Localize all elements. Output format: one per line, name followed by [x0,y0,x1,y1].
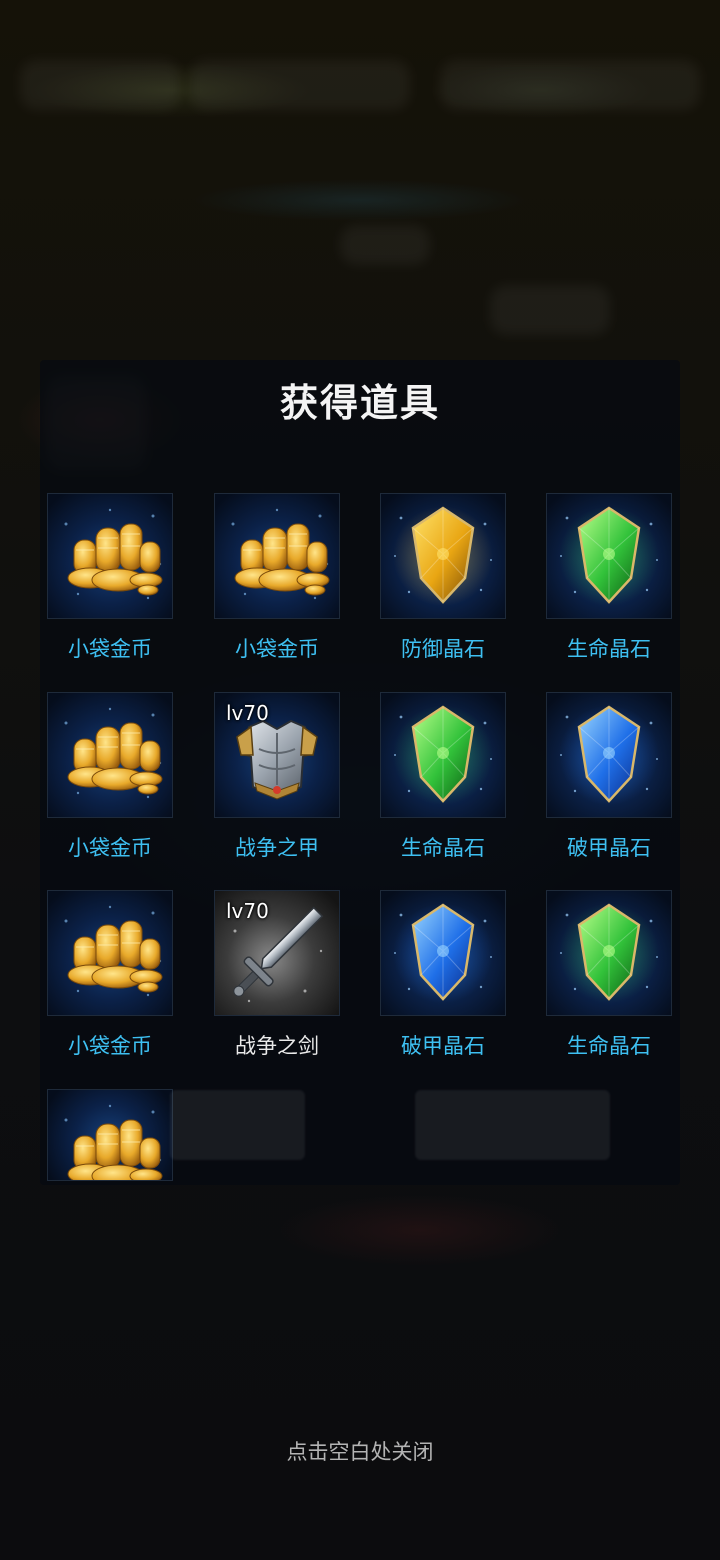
blurred-background-element [440,60,700,110]
green-crystal-icon [380,692,506,818]
item-name: 防御晶石 [401,637,485,661]
gold-coins-icon [214,493,340,619]
item-name: 战争之甲 [235,836,319,860]
blurred-button-left [170,1090,305,1160]
gold-coins-icon [47,890,173,1016]
blurred-background-element [340,225,430,265]
reward-item[interactable]: 生命晶石 [546,493,672,663]
reward-item[interactable]: 生命晶石 [546,890,672,1060]
item-name: 生命晶石 [401,836,485,860]
item-name: 小袋金币 [68,1034,152,1058]
gold-coins-icon [47,692,173,818]
reward-item[interactable]: 小袋金币 [47,692,173,862]
gold-coins-icon [47,493,173,619]
item-name: 生命晶石 [567,1034,651,1058]
item-name: 破甲晶石 [567,836,651,860]
reward-item[interactable]: 防御晶石 [380,493,506,663]
level-badge: lv70 [226,899,269,923]
reward-item[interactable]: 生命晶石 [380,692,506,862]
green-crystal-icon [546,493,672,619]
gold-coins-icon [47,1089,173,1181]
reward-item[interactable]: lv70 战争之剑 [214,890,340,1060]
reward-item[interactable]: 小袋金币 [214,493,340,663]
reward-item[interactable] [47,1089,173,1181]
item-name: 战争之剑 [235,1034,319,1058]
reward-item[interactable]: 破甲晶石 [380,890,506,1060]
green-crystal-icon [546,890,672,1016]
yellow-crystal-icon [380,493,506,619]
dialog-title: 获得道具 [279,381,440,425]
item-name: 破甲晶石 [401,1034,485,1058]
armor-icon: lv70 [214,692,340,818]
blue-crystal-icon [546,692,672,818]
blurred-background-element [20,60,180,110]
item-name: 小袋金币 [68,836,152,860]
item-name: 小袋金币 [68,637,152,661]
close-hint[interactable]: 点击空白处关闭 [0,1436,720,1466]
sword-icon: lv70 [214,890,340,1016]
item-name: 生命晶石 [567,637,651,661]
reward-item[interactable]: 破甲晶石 [546,692,672,862]
blurred-background-element [490,285,610,335]
reward-item[interactable]: 小袋金币 [47,890,173,1060]
item-name: 小袋金币 [235,637,319,661]
level-badge: lv70 [226,701,269,725]
blue-crystal-icon [380,890,506,1016]
reward-item[interactable]: lv70 战争之甲 [214,692,340,862]
blurred-button-right [415,1090,610,1160]
blurred-background-element [190,60,410,110]
reward-item[interactable]: 小袋金币 [47,493,173,663]
